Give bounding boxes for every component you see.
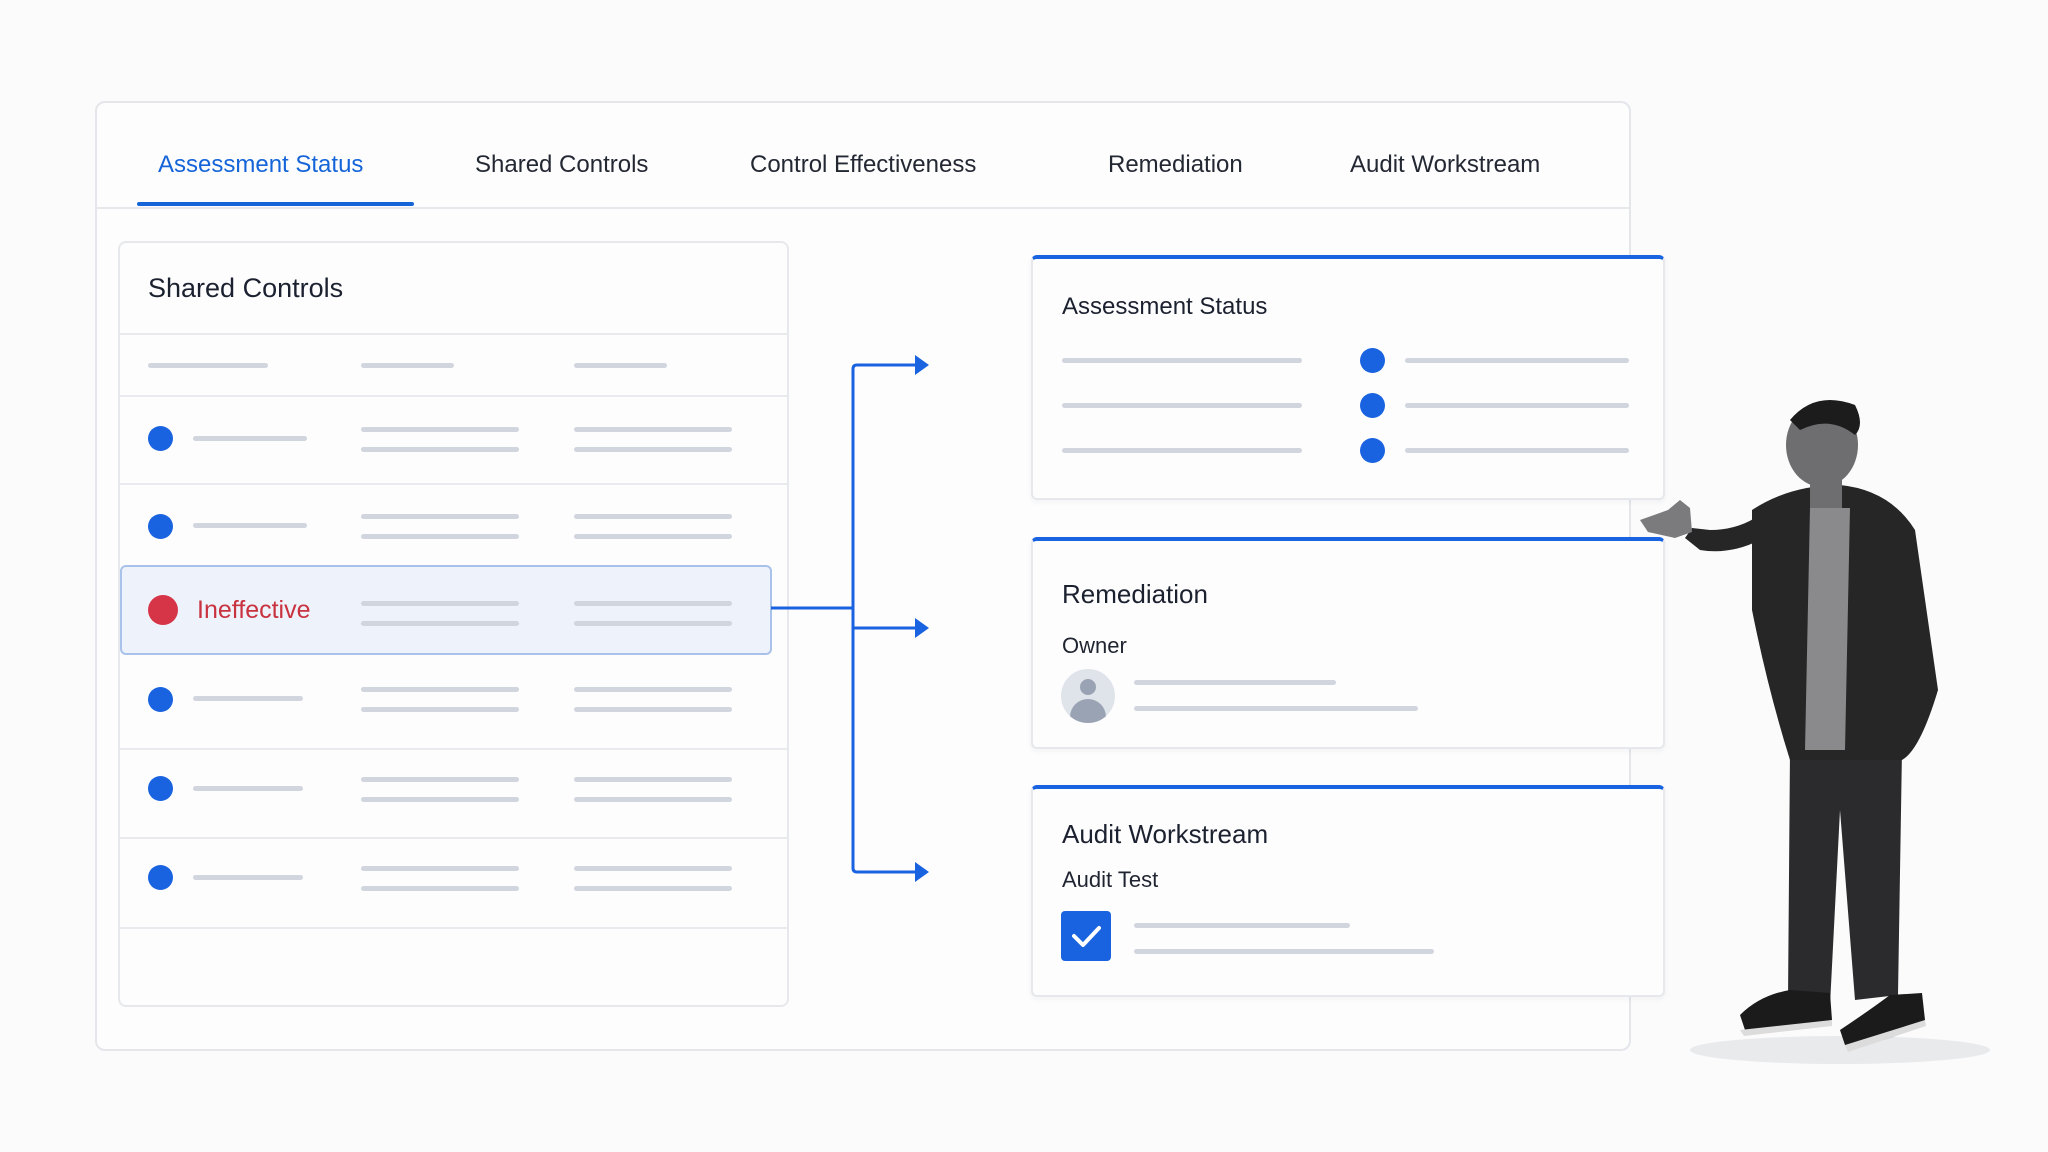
line-placeholder	[1405, 358, 1629, 363]
line-placeholder	[1062, 358, 1302, 363]
line-placeholder	[1405, 448, 1629, 453]
connector-line	[851, 363, 915, 608]
audit-workstream-card[interactable]: Audit Workstream Audit Test	[1031, 785, 1665, 997]
card-title: Assessment Status	[1062, 293, 1268, 320]
app-window: Assessment Status Shared Controls Contro…	[95, 101, 1665, 1051]
line-placeholder	[1134, 680, 1336, 685]
audit-test-label: Audit Test	[1062, 867, 1159, 892]
arrow-right-icon	[915, 355, 929, 375]
line-placeholder	[1405, 403, 1629, 408]
line-placeholder	[1062, 403, 1302, 408]
line-placeholder	[1134, 949, 1434, 954]
card-title: Audit Workstream	[1062, 819, 1269, 849]
remediation-card[interactable]: Remediation Owner	[1031, 537, 1665, 749]
stage: Assessment Status Shared Controls Contro…	[0, 0, 2048, 1152]
owner-label: Owner	[1062, 633, 1127, 658]
arrow-right-icon	[915, 862, 929, 882]
status-dot-icon	[1360, 393, 1385, 418]
checkmark-icon	[1072, 926, 1101, 947]
line-placeholder	[1134, 706, 1418, 711]
arrow-right-icon	[915, 618, 929, 638]
connector-line	[851, 608, 915, 874]
status-dot-icon	[1360, 438, 1385, 463]
card-title: Remediation	[1062, 579, 1208, 609]
user-avatar-icon[interactable]	[1061, 669, 1115, 723]
line-placeholder	[1062, 448, 1302, 453]
presenter-figure	[1640, 400, 1990, 1064]
audit-test-checkbox[interactable]	[1061, 911, 1111, 961]
assessment-status-card[interactable]: Assessment Status	[1031, 255, 1665, 500]
line-placeholder	[1134, 923, 1350, 928]
status-dot-icon	[1360, 348, 1385, 373]
